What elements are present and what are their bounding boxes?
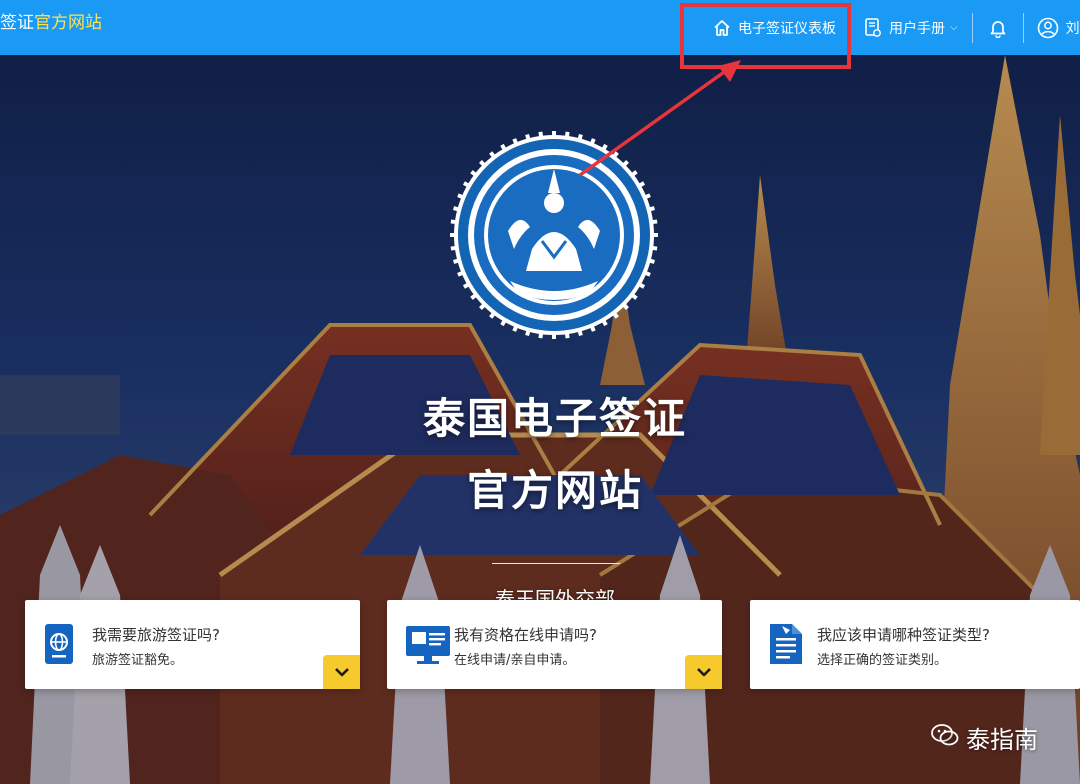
top-navigation-bar: 签证官方网站 电子签证仪表板 用户手册 ⌵ 刘 [0, 0, 1080, 55]
card-answer: 旅游签证豁免。 [92, 653, 184, 668]
card-answer: 在线申请/亲自申请。 [454, 653, 576, 668]
watermark-text: 泰指南 [966, 726, 1038, 754]
document-icon [768, 622, 804, 670]
header-nav: 电子签证仪表板 用户手册 ⌵ 刘 [700, 0, 1080, 55]
user-manual-menu[interactable]: 用户手册 ⌵ [851, 0, 972, 55]
hero-title-line2: 官方网站 [466, 466, 643, 515]
visa-type-question-card[interactable]: 我应该申请哪种签证类型? 选择正确的签证类别。 [750, 600, 1080, 689]
monitor-icon [405, 622, 451, 670]
wechat-icon [930, 722, 966, 754]
card-question: 我有资格在线申请吗? [454, 626, 597, 644]
eligibility-question-card[interactable]: 我有资格在线申请吗? 在线申请/亲自申请。 [387, 600, 722, 689]
card-question: 我应该申请哪种签证类型? [817, 626, 990, 644]
home-icon [712, 18, 738, 38]
card-answer: 选择正确的签证类别。 [817, 653, 948, 668]
expand-toggle-button[interactable] [685, 655, 722, 689]
chevron-down-icon [696, 663, 712, 682]
card-question: 我需要旅游签证吗? [92, 626, 220, 644]
expand-toggle-button[interactable] [323, 655, 360, 689]
user-avatar-icon [1037, 17, 1059, 39]
brand-accent: 官方网站 [34, 13, 102, 33]
user-manual-label: 用户手册 [889, 20, 945, 37]
hero-title-line1: 泰国电子签证 [422, 394, 687, 443]
chevron-down-icon [334, 663, 350, 682]
user-account-menu[interactable]: 刘 [1024, 0, 1080, 55]
title-divider [492, 563, 620, 564]
site-brand[interactable]: 签证官方网站 [0, 8, 102, 33]
wechat-watermark: 泰指南 [930, 720, 1038, 755]
evisa-dashboard-link[interactable]: 电子签证仪表板 [700, 0, 850, 55]
brand-prefix: 签证 [0, 13, 34, 33]
ministry-emblem-logo [450, 131, 658, 339]
notifications-button[interactable] [973, 0, 1023, 55]
user-name: 刘 [1065, 20, 1080, 37]
bell-icon [989, 18, 1007, 38]
visa-question-card[interactable]: 我需要旅游签证吗? 旅游签证豁免。 [25, 600, 360, 689]
manual-book-icon [863, 17, 889, 39]
chevron-down-icon: ⌵ [950, 22, 958, 33]
passport-icon [43, 622, 75, 670]
evisa-dashboard-label: 电子签证仪表板 [738, 20, 836, 37]
